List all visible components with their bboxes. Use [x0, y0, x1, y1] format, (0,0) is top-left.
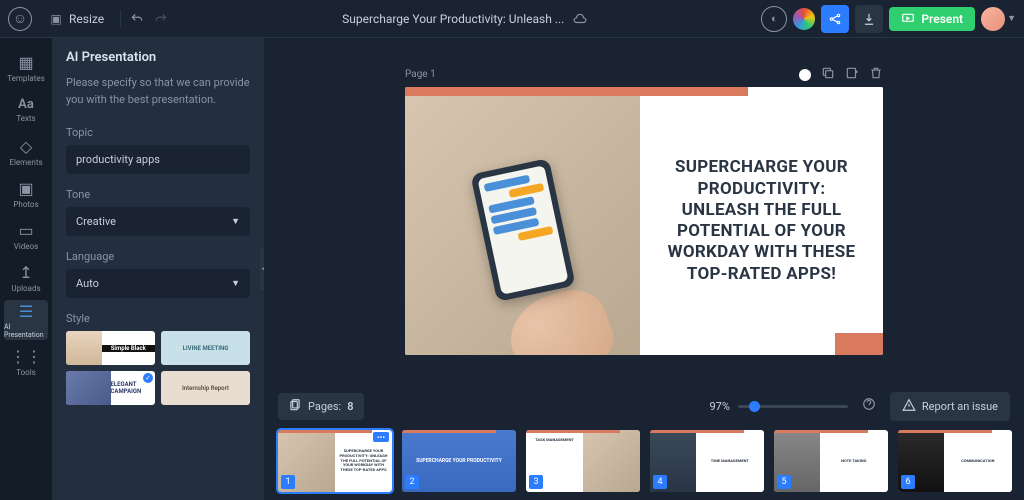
zoom-slider-thumb[interactable]	[749, 401, 760, 412]
slide-canvas[interactable]: SUPERCHARGE YOUR PRODUCTIVITY: UNLEASH T…	[405, 87, 883, 355]
rail-videos[interactable]: ▭Videos	[4, 216, 48, 256]
page-status-dot	[799, 69, 811, 81]
theme-button[interactable]: ◐	[761, 6, 787, 32]
photos-icon: ▣	[18, 179, 33, 198]
style-card-internship[interactable]: Internship Report	[161, 371, 250, 405]
rail-ai-presentation[interactable]: ☰AI Presentation	[4, 300, 48, 340]
document-title[interactable]: Supercharge Your Productivity: Unleash .…	[177, 11, 753, 27]
thumb-6[interactable]: COMMUNICATION 6	[898, 430, 1012, 492]
cloud-icon	[572, 11, 588, 27]
present-button[interactable]: Present	[889, 7, 975, 31]
language-label: Language	[66, 250, 250, 263]
logo-icon[interactable]: ☺	[8, 7, 32, 31]
color-palette-button[interactable]	[793, 8, 815, 30]
warning-icon	[902, 398, 916, 415]
thumbnail-strip: SUPERCHARGE YOUR PRODUCTIVITY: UNLEASH T…	[264, 424, 1024, 500]
duplicate-page-icon[interactable]	[821, 66, 835, 83]
uploads-icon: ↥	[19, 263, 32, 282]
elements-icon: ◇	[20, 137, 32, 156]
chevron-down-icon: ▼	[1007, 13, 1016, 24]
topic-input[interactable]	[66, 145, 250, 174]
share-button[interactable]	[821, 5, 849, 33]
panel-instruction: Please specify so that we can provide yo…	[66, 75, 250, 108]
avatar	[981, 7, 1005, 31]
style-card-simple-black[interactable]: Simple Black	[66, 331, 155, 365]
thumb-more-icon[interactable]: •••	[373, 432, 389, 442]
resize-label: Resize	[69, 12, 104, 26]
resize-button[interactable]: ▣ Resize	[40, 7, 112, 31]
zoom-value: 97%	[709, 400, 729, 413]
collapse-panel-button[interactable]: ◀	[260, 248, 264, 290]
language-select[interactable]: Auto ▼	[66, 269, 250, 298]
thumb-1[interactable]: SUPERCHARGE YOUR PRODUCTIVITY: UNLEASH T…	[278, 430, 392, 492]
download-button[interactable]	[855, 5, 883, 33]
slide-image	[405, 96, 640, 355]
delete-page-icon[interactable]	[869, 66, 883, 83]
ai-presentation-icon: ☰	[19, 302, 33, 321]
rail-texts[interactable]: AaTexts	[4, 90, 48, 130]
add-page-icon[interactable]	[845, 66, 859, 83]
panel-title: AI Presentation	[66, 50, 250, 65]
undo-icon[interactable]	[129, 11, 145, 27]
zoom-control: 97%	[709, 400, 847, 413]
style-card-livine[interactable]: LIVINE MEETING	[161, 331, 250, 365]
top-bar: ☺ ▣ Resize Supercharge Your Productivity…	[0, 0, 1024, 38]
canvas-area: Page 1 SUPERCHARGE YOUR PRODUCTIVITY: UN…	[264, 38, 1024, 500]
page-label: Page 1	[405, 69, 436, 80]
help-icon[interactable]	[862, 397, 876, 415]
tone-select[interactable]: Creative ▼	[66, 207, 250, 236]
thumb-2[interactable]: SUPERCHARGE YOUR PRODUCTIVITY 2	[402, 430, 516, 492]
style-card-elegant[interactable]: ELEGANT CAMPAIGN✓	[66, 371, 155, 405]
thumb-4[interactable]: TIME MANAGEMENT 4	[650, 430, 764, 492]
left-rail: ▦Templates AaTexts ◇Elements ▣Photos ▭Vi…	[0, 38, 52, 500]
bottom-bar: Pages: 8 97% Report an issue	[264, 388, 1024, 424]
redo-icon[interactable]	[153, 11, 169, 27]
tone-label: Tone	[66, 188, 250, 201]
topic-label: Topic	[66, 126, 250, 139]
style-label: Style	[66, 312, 250, 325]
videos-icon: ▭	[18, 221, 33, 240]
chevron-down-icon: ▼	[231, 216, 240, 227]
thumb-3[interactable]: TASK MANAGEMENT 3	[526, 430, 640, 492]
tools-icon: ⋮⋮	[10, 347, 42, 366]
pages-icon	[288, 398, 302, 415]
rail-photos[interactable]: ▣Photos	[4, 174, 48, 214]
templates-icon: ▦	[18, 53, 33, 72]
chevron-down-icon: ▼	[231, 278, 240, 289]
report-issue-button[interactable]: Report an issue	[890, 392, 1010, 421]
zoom-slider[interactable]	[738, 405, 848, 408]
rail-uploads[interactable]: ↥Uploads	[4, 258, 48, 298]
rail-templates[interactable]: ▦Templates	[4, 48, 48, 88]
resize-icon: ▣	[48, 11, 64, 27]
rail-tools[interactable]: ⋮⋮Tools	[4, 342, 48, 382]
account-menu[interactable]: ▼	[981, 7, 1016, 31]
slide-heading: SUPERCHARGE YOUR PRODUCTIVITY: UNLEASH T…	[664, 157, 859, 285]
texts-icon: Aa	[18, 97, 34, 112]
pages-count-pill[interactable]: Pages: 8	[278, 393, 364, 420]
side-panel: AI Presentation Please specify so that w…	[52, 38, 264, 500]
rail-elements[interactable]: ◇Elements	[4, 132, 48, 172]
thumb-5[interactable]: NOTE TAKING 5	[774, 430, 888, 492]
